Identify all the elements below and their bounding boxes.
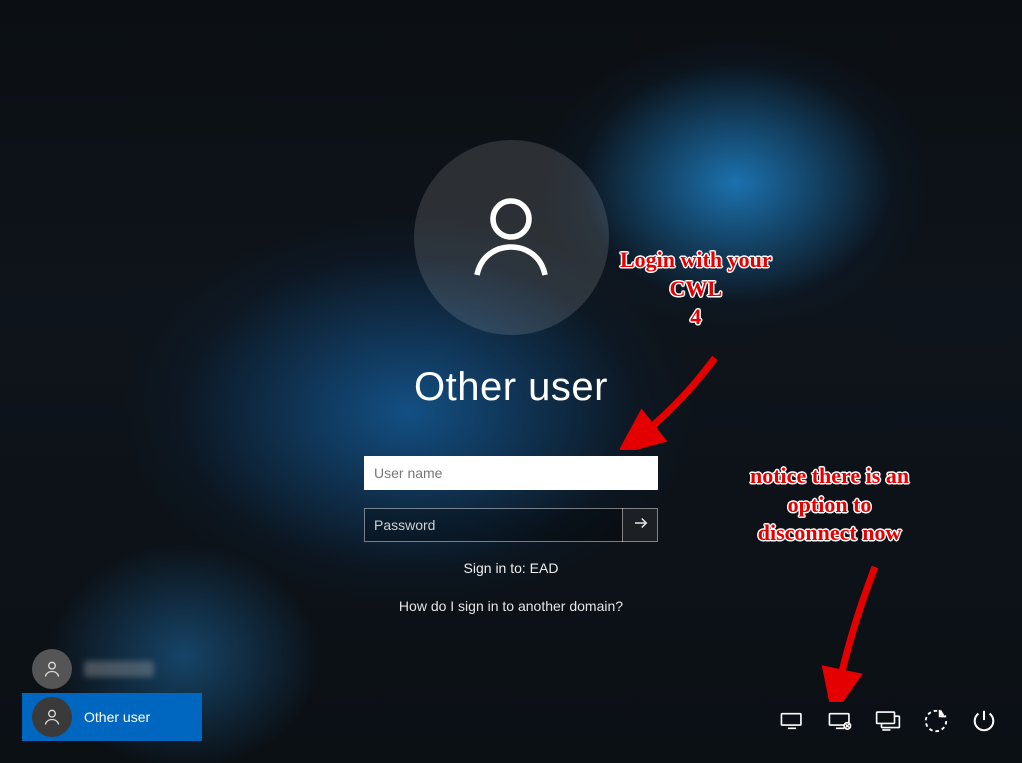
password-row xyxy=(364,508,658,542)
user-tile-label: Other user xyxy=(84,709,150,725)
power-icon xyxy=(971,708,997,739)
signin-domain-label: Sign in to: EAD xyxy=(311,560,711,576)
login-title: Other user xyxy=(311,365,711,410)
annotation-arrow-2 xyxy=(820,562,900,702)
username-row xyxy=(364,456,658,490)
arrow-right-icon xyxy=(632,514,650,537)
person-icon xyxy=(463,187,559,288)
login-form: Other user Sign in to: EAD How do I sign… xyxy=(311,140,711,614)
password-input[interactable] xyxy=(364,508,622,542)
user-list: Other user xyxy=(22,645,202,741)
ease-of-access-button[interactable] xyxy=(922,709,950,737)
switch-desktop-button[interactable] xyxy=(874,709,902,737)
submit-button[interactable] xyxy=(622,508,658,542)
annotation-disconnect: notice there is an option to disconnect … xyxy=(750,462,909,548)
power-button[interactable] xyxy=(970,709,998,737)
avatar-circle xyxy=(414,140,609,335)
user-tile[interactable] xyxy=(22,645,202,693)
disconnect-button[interactable] xyxy=(826,709,854,737)
avatar-icon xyxy=(32,697,72,737)
avatar-icon xyxy=(32,649,72,689)
corner-icons xyxy=(778,709,998,737)
network-icon xyxy=(779,708,805,739)
network-button[interactable] xyxy=(778,709,806,737)
domain-help-link[interactable]: How do I sign in to another domain? xyxy=(311,598,711,614)
disconnect-icon xyxy=(827,708,853,739)
switch-desktop-icon xyxy=(875,708,901,739)
user-tile-other-user[interactable]: Other user xyxy=(22,693,202,741)
user-name-redacted xyxy=(84,661,154,677)
username-input[interactable] xyxy=(364,456,658,490)
ease-of-access-icon xyxy=(923,708,949,739)
